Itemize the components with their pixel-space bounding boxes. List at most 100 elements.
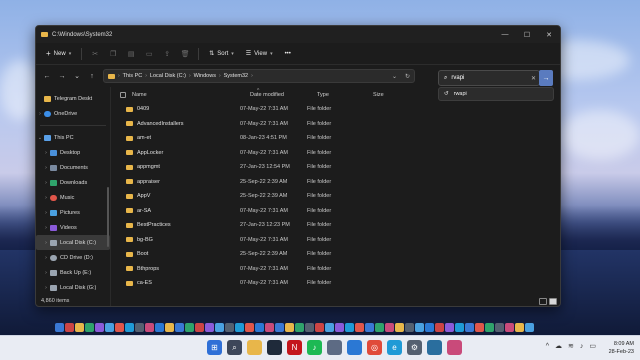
- chevron-right-icon[interactable]: ›: [42, 180, 50, 186]
- breadcrumb-local-disk[interactable]: Local Disk (C:): [150, 73, 186, 79]
- more-button[interactable]: •••: [280, 46, 296, 61]
- search-box[interactable]: ⌕ rvapi ✕: [438, 70, 540, 86]
- battery-icon[interactable]: ▭: [589, 342, 596, 350]
- desktop-shortcut-icon[interactable]: [275, 323, 284, 332]
- desktop-shortcut-icon[interactable]: [315, 323, 324, 332]
- chevron-right-icon[interactable]: ›: [42, 195, 50, 201]
- forward-button[interactable]: →: [55, 69, 69, 83]
- desktop-shortcut-icon[interactable]: [235, 323, 244, 332]
- desktop-shortcut-icon[interactable]: [335, 323, 344, 332]
- file-row[interactable]: AppV 25-Sep-22 2:39 AM File folder: [111, 189, 560, 204]
- maximize-button[interactable]: ☐: [516, 26, 538, 43]
- new-button[interactable]: + New ▾: [41, 46, 76, 61]
- sidebar-item-telegram[interactable]: Telegram Deskt: [36, 91, 110, 106]
- desktop-shortcut-icon[interactable]: [145, 323, 154, 332]
- clear-search-icon[interactable]: ✕: [531, 75, 539, 82]
- sidebar-item-music[interactable]: › Music: [36, 190, 110, 205]
- file-row[interactable]: AdvancedInstallers 07-May-22 7:31 AM File …: [111, 117, 560, 132]
- cut-icon[interactable]: ✂: [87, 46, 103, 61]
- sidebar-item-documents[interactable]: › Documents: [36, 160, 110, 175]
- desktop-shortcut-icon[interactable]: [345, 323, 354, 332]
- desktop-shortcut-icon[interactable]: [455, 323, 464, 332]
- desktop-shortcut-icon[interactable]: [265, 323, 274, 332]
- desktop-shortcut-icon[interactable]: [65, 323, 74, 332]
- files-icon[interactable]: [327, 340, 342, 355]
- chrome-icon[interactable]: ◎: [367, 340, 382, 355]
- address-dropdown-icon[interactable]: ⌄: [392, 73, 397, 80]
- column-date-modified[interactable]: Date modified: [250, 92, 317, 98]
- recent-locations-button[interactable]: ⌄: [70, 69, 84, 83]
- volume-icon[interactable]: ♪: [580, 343, 584, 350]
- file-row[interactable]: Bthprops 07-May-22 7:31 AM File folder: [111, 262, 560, 277]
- file-row[interactable]: ca-ES 07-May-22 7:31 AM File folder: [111, 276, 560, 291]
- chevron-right-icon[interactable]: ›: [42, 285, 50, 291]
- breadcrumb-this-pc[interactable]: This PC: [123, 73, 143, 79]
- desktop-shortcut-icon[interactable]: [195, 323, 204, 332]
- chevron-right-icon[interactable]: ›: [42, 165, 50, 171]
- column-name[interactable]: Name: [132, 92, 250, 98]
- desktop-shortcut-icon[interactable]: [515, 323, 524, 332]
- view-button[interactable]: ☰ View ▾: [241, 46, 278, 61]
- chevron-up-icon[interactable]: ^: [546, 343, 549, 350]
- desktop-shortcut-icon[interactable]: [85, 323, 94, 332]
- up-button[interactable]: ↑: [85, 69, 99, 83]
- file-row[interactable]: bg-BG 07-May-22 7:31 AM File folder: [111, 233, 560, 248]
- desktop-shortcut-icon[interactable]: [225, 323, 234, 332]
- desktop-shortcut-icon[interactable]: [125, 323, 134, 332]
- chevron-right-icon[interactable]: ›: [42, 210, 50, 216]
- netflix-icon[interactable]: N: [287, 340, 302, 355]
- desktop-shortcut-icon[interactable]: [295, 323, 304, 332]
- address-bar[interactable]: › This PC › Local Disk (C:) › Windows › …: [103, 69, 415, 83]
- desktop-shortcut-icon[interactable]: [205, 323, 214, 332]
- chevron-down-icon[interactable]: ⌄: [36, 135, 44, 141]
- desktop-shortcut-icon[interactable]: [325, 323, 334, 332]
- sidebar-item-downloads[interactable]: › Downloads: [36, 175, 110, 190]
- cloud-icon[interactable]: ☁: [555, 342, 562, 350]
- paste-icon[interactable]: ▤: [123, 46, 139, 61]
- desktop-shortcut-icon[interactable]: [165, 323, 174, 332]
- desktop-shortcut-icon[interactable]: [525, 323, 534, 332]
- desktop-shortcut-icon[interactable]: [435, 323, 444, 332]
- search-submit-button[interactable]: →: [539, 70, 553, 86]
- sidebar-item-videos[interactable]: › Videos: [36, 220, 110, 235]
- rename-icon[interactable]: ▭: [141, 46, 157, 61]
- breadcrumb-system32[interactable]: System32: [224, 73, 248, 79]
- desktop-shortcut-icon[interactable]: [55, 323, 64, 332]
- sidebar-scrollbar[interactable]: [107, 187, 109, 247]
- title-bar[interactable]: C:\Windows\System32 — ☐ ✕: [36, 26, 560, 43]
- desktop-shortcut-icon[interactable]: [215, 323, 224, 332]
- share-icon[interactable]: ⇪: [159, 46, 175, 61]
- desktop-shortcut-icon[interactable]: [285, 323, 294, 332]
- desktop-shortcut-icon[interactable]: [245, 323, 254, 332]
- desktop-shortcut-icon[interactable]: [425, 323, 434, 332]
- select-all-checkbox[interactable]: [120, 91, 126, 98]
- desktop-shortcut-icon[interactable]: [485, 323, 494, 332]
- back-button[interactable]: ←: [40, 69, 54, 83]
- vpn-icon[interactable]: [427, 340, 442, 355]
- column-type[interactable]: Type: [317, 92, 373, 98]
- desktop-shortcut-icon[interactable]: [155, 323, 164, 332]
- chevron-right-icon[interactable]: ›: [42, 255, 50, 261]
- desktop-shortcut-icon[interactable]: [355, 323, 364, 332]
- desktop-shortcut-icon[interactable]: [135, 323, 144, 332]
- file-row[interactable]: BestPractices 27-Jan-23 12:23 PM File fold…: [111, 218, 560, 233]
- file-row[interactable]: 0409 07-May-22 7:31 AM File folder: [111, 102, 560, 117]
- details-view-icon[interactable]: [539, 298, 547, 305]
- sidebar-item-backup-e[interactable]: › Back Up (E:): [36, 265, 110, 280]
- sidebar-item-onedrive[interactable]: › OneDrive: [36, 106, 110, 121]
- breadcrumb-windows[interactable]: Windows: [194, 73, 216, 79]
- large-icons-view-icon[interactable]: [549, 298, 557, 305]
- chevron-right-icon[interactable]: ›: [42, 240, 50, 246]
- file-row[interactable]: am-et 08-Jan-23 4:51 PM File folder: [111, 131, 560, 146]
- delete-icon[interactable]: 🗑: [177, 46, 193, 61]
- sidebar-item-pictures[interactable]: › Pictures: [36, 205, 110, 220]
- close-button[interactable]: ✕: [538, 26, 560, 43]
- settings-icon[interactable]: ⚙: [407, 340, 422, 355]
- file-row[interactable]: ar-SA 07-May-22 7:31 AM File folder: [111, 204, 560, 219]
- file-row[interactable]: AppLocker 07-May-22 7:31 AM File folder: [111, 146, 560, 161]
- desktop-shortcut-icon[interactable]: [115, 323, 124, 332]
- store-icon[interactable]: [347, 340, 362, 355]
- file-row[interactable]: Boot 25-Sep-22 2:39 AM File folder: [111, 247, 560, 262]
- column-size[interactable]: Size: [373, 92, 413, 98]
- start-icon[interactable]: ⊞: [207, 340, 222, 355]
